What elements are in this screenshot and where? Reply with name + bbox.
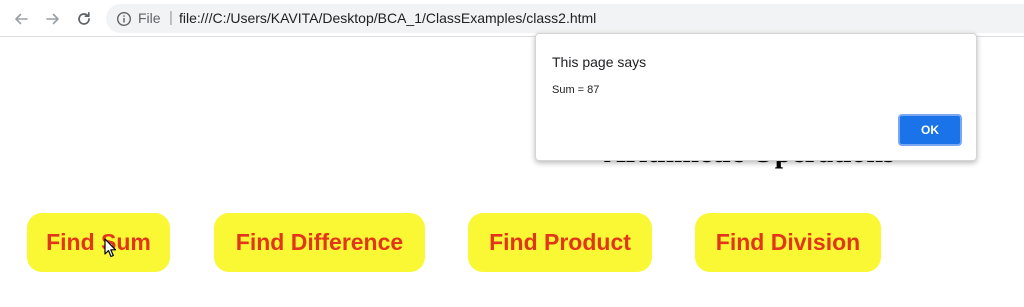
dialog-message: Sum = 87 (552, 84, 600, 96)
mouse-cursor-icon (104, 238, 117, 258)
reload-icon (78, 11, 90, 25)
url-text[interactable]: file:///C:/Users/KAVITA/Desktop/BCA_1/Cl… (179, 10, 596, 26)
alert-dialog: This page says Sum = 87 OK (535, 33, 977, 161)
scheme-label: File (138, 10, 161, 26)
address-bar[interactable]: File | file:///C:/Users/KAVITA/Desktop/B… (106, 4, 1024, 33)
forward-button[interactable] (40, 6, 66, 32)
find-sum-button[interactable]: Find Sum (27, 213, 170, 272)
arrow-right-icon (46, 13, 59, 25)
browser-toolbar: File | file:///C:/Users/KAVITA/Desktop/B… (0, 0, 1024, 37)
reload-button[interactable] (71, 6, 97, 32)
find-product-button[interactable]: Find Product (468, 213, 652, 272)
find-division-button[interactable]: Find Division (695, 213, 881, 272)
dialog-title: This page says (552, 54, 647, 70)
info-icon[interactable] (116, 11, 132, 27)
ok-button[interactable]: OK (898, 114, 962, 146)
find-difference-button[interactable]: Find Difference (214, 213, 425, 272)
back-button[interactable] (8, 6, 34, 32)
scheme-separator: | (169, 9, 173, 26)
arrow-left-icon (15, 13, 28, 25)
